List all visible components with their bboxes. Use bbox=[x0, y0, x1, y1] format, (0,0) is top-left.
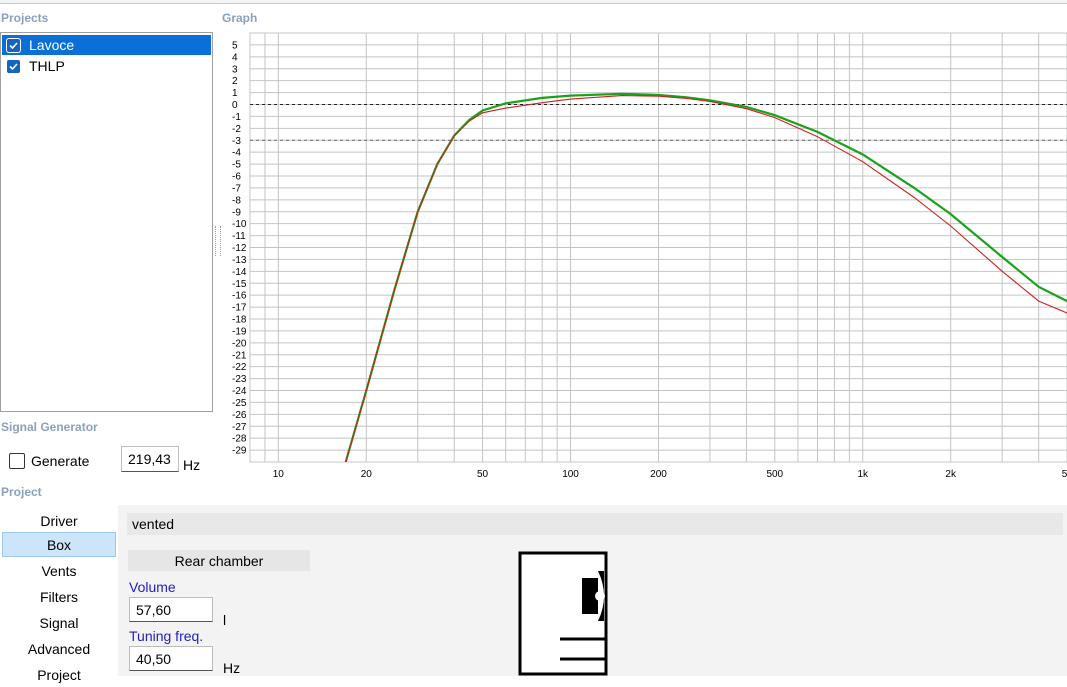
generate-checkbox[interactable]: Generate bbox=[9, 453, 89, 469]
x-tick-label: 500 bbox=[766, 469, 783, 478]
x-tick-label: 200 bbox=[650, 469, 667, 478]
y-tick-label: -27 bbox=[232, 422, 247, 433]
x-tick-label: 50 bbox=[477, 469, 489, 478]
generate-label: Generate bbox=[31, 453, 90, 469]
y-tick-label: -17 bbox=[232, 303, 247, 314]
x-tick-label: 20 bbox=[361, 469, 373, 478]
nav-item-advanced[interactable]: Advanced bbox=[2, 636, 116, 661]
y-tick-label: 0 bbox=[232, 100, 238, 111]
projects-section-label: Projects bbox=[1, 11, 49, 25]
x-tick-label: 5k bbox=[1062, 469, 1067, 478]
y-tick-label: -9 bbox=[232, 207, 241, 218]
checkmark-icon bbox=[9, 62, 18, 70]
y-tick-label: -19 bbox=[232, 326, 247, 337]
window-top-edge bbox=[0, 0, 1067, 4]
project-item-lavoce[interactable]: Lavoce bbox=[2, 35, 211, 55]
y-tick-label: -18 bbox=[232, 315, 247, 326]
y-tick-label: -5 bbox=[232, 160, 241, 171]
y-tick-label: 1 bbox=[232, 88, 238, 99]
x-tick-label: 10 bbox=[273, 469, 285, 478]
y-tick-label: -16 bbox=[232, 291, 247, 302]
vented-box-diagram bbox=[518, 551, 608, 676]
y-tick-label: -29 bbox=[232, 446, 247, 457]
signal-generator-section-label: Signal Generator bbox=[1, 420, 98, 434]
y-tick-label: -12 bbox=[232, 243, 247, 254]
checkmark-icon bbox=[9, 41, 18, 49]
volume-label: Volume bbox=[129, 579, 176, 595]
project-checkbox[interactable] bbox=[7, 38, 20, 52]
generator-frequency-unit: Hz bbox=[183, 457, 201, 473]
y-tick-label: -23 bbox=[232, 374, 247, 385]
volume-unit: l bbox=[223, 612, 227, 628]
y-tick-label: -11 bbox=[232, 231, 246, 242]
project-checkbox[interactable] bbox=[7, 59, 20, 73]
box-type-selector[interactable]: vented bbox=[127, 513, 1063, 535]
generator-frequency-input[interactable]: 219,43 bbox=[121, 446, 179, 472]
y-tick-label: -10 bbox=[232, 219, 247, 230]
nav-item-signal[interactable]: Signal bbox=[2, 610, 116, 635]
y-tick-label: 4 bbox=[232, 52, 238, 63]
y-tick-label: -4 bbox=[232, 148, 241, 159]
x-tick-label: 1k bbox=[857, 469, 869, 478]
y-tick-label: -2 bbox=[232, 124, 241, 135]
y-tick-label: 2 bbox=[232, 76, 238, 87]
y-tick-label: -3 bbox=[232, 136, 241, 147]
y-tick-label: -15 bbox=[232, 279, 247, 290]
y-tick-label: -1 bbox=[232, 112, 241, 123]
y-tick-label: 3 bbox=[232, 64, 238, 75]
y-tick-label: -8 bbox=[232, 195, 241, 206]
nav-item-filters[interactable]: Filters bbox=[2, 584, 116, 609]
x-tick-label: 100 bbox=[562, 469, 579, 478]
volume-input[interactable]: 57,60 bbox=[129, 597, 213, 622]
projects-list[interactable]: Lavoce THLP bbox=[0, 32, 213, 412]
tuning-freq-unit: Hz bbox=[223, 660, 241, 676]
y-tick-label: -25 bbox=[232, 398, 247, 409]
y-tick-label: -20 bbox=[232, 338, 247, 349]
project-item-label: THLP bbox=[29, 58, 65, 74]
tuning-freq-label: Tuning freq. bbox=[129, 628, 204, 644]
rear-chamber-header: Rear chamber bbox=[128, 550, 310, 571]
nav-item-box[interactable]: Box bbox=[2, 532, 116, 557]
graph-section-label: Graph bbox=[222, 11, 258, 25]
tuning-freq-input[interactable]: 40,50 bbox=[129, 646, 213, 671]
nav-item-vents[interactable]: Vents bbox=[2, 558, 116, 583]
y-tick-label: -6 bbox=[232, 172, 241, 183]
box-settings-panel: vented Rear chamber Volume 57,60 l Tunin… bbox=[118, 505, 1067, 676]
frequency-response-graph: 543210-1-2-3-4-5-6-7-8-9-10-11-12-13-14-… bbox=[232, 32, 1067, 478]
y-tick-label: -22 bbox=[232, 362, 247, 373]
y-tick-label: -7 bbox=[232, 183, 241, 194]
generate-checkbox-box[interactable] bbox=[9, 453, 25, 469]
project-item-thlp[interactable]: THLP bbox=[2, 56, 211, 76]
y-tick-label: -26 bbox=[232, 410, 247, 421]
nav-item-project[interactable]: Project bbox=[2, 662, 116, 687]
y-tick-label: -14 bbox=[232, 267, 247, 278]
x-tick-label: 2k bbox=[945, 469, 957, 478]
project-item-label: Lavoce bbox=[29, 37, 75, 53]
y-tick-label: -24 bbox=[232, 386, 247, 397]
y-tick-label: -28 bbox=[232, 434, 247, 445]
y-tick-label: 5 bbox=[232, 40, 238, 51]
project-section-label: Project bbox=[1, 485, 42, 499]
y-tick-label: -13 bbox=[232, 255, 247, 266]
y-tick-label: -21 bbox=[232, 350, 247, 361]
nav-item-driver[interactable]: Driver bbox=[2, 508, 116, 533]
